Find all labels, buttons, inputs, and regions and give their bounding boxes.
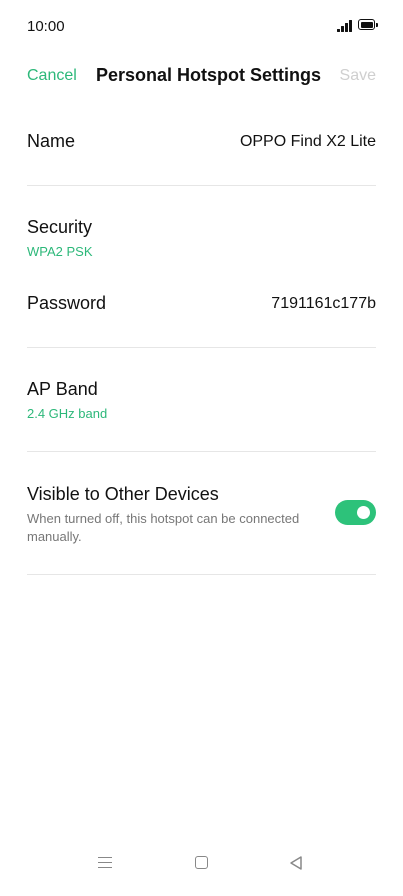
divider [27, 574, 376, 575]
status-time: 10:00 [27, 18, 65, 35]
menu-icon[interactable] [98, 857, 112, 869]
security-row[interactable]: Security WPA2 PSK [0, 200, 403, 270]
visible-label: Visible to Other Devices [27, 484, 219, 504]
divider [27, 451, 376, 452]
security-label: Security [27, 217, 93, 237]
ap-band-row[interactable]: AP Band 2.4 GHz band [0, 362, 403, 437]
status-bar: 10:00 [0, 0, 403, 52]
divider [27, 347, 376, 348]
nav-bar [0, 844, 403, 896]
password-label: Password [27, 293, 107, 313]
signal-icon [337, 20, 353, 32]
visible-description: When turned off, this hotspot can be con… [27, 511, 300, 544]
save-button[interactable]: Save [340, 67, 376, 85]
visible-toggle[interactable] [335, 500, 376, 525]
back-icon[interactable] [288, 855, 304, 871]
toggle-knob [357, 506, 370, 519]
ap-band-label: AP Band [27, 379, 98, 399]
name-value: OPPO Find X2 Lite [239, 133, 376, 150]
page-title: Personal Hotspot Settings [96, 65, 322, 85]
divider [27, 185, 376, 186]
ap-band-value: 2.4 GHz band [27, 406, 108, 421]
cancel-button[interactable]: Cancel [27, 67, 77, 85]
security-value: WPA2 PSK [27, 244, 93, 259]
home-icon[interactable] [195, 856, 208, 869]
header: Cancel Personal Hotspot Settings Save [0, 56, 403, 100]
name-row[interactable]: Name OPPO Find X2 Lite [0, 112, 403, 172]
password-row[interactable]: Password 7191161c177b [0, 275, 403, 335]
password-value: 7191161c177b [271, 295, 376, 312]
name-label: Name [27, 131, 76, 151]
battery-icon [358, 19, 378, 30]
